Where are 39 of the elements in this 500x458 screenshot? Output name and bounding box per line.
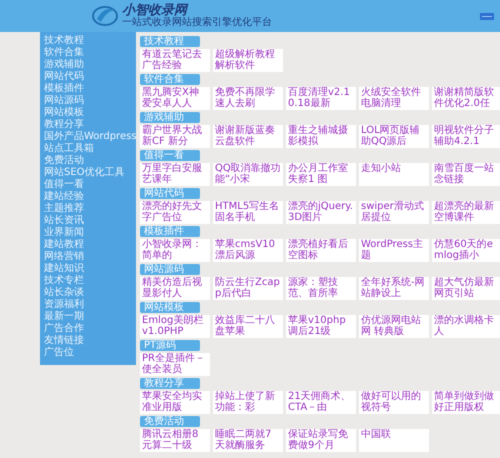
section-title: 网站代码	[140, 188, 200, 199]
article-link[interactable]: 睡眠二两就7天就酶服务	[213, 429, 283, 452]
section-title: 网站模板	[140, 302, 200, 313]
article-link[interactable]: 明视软件分子辅助4.2.1	[432, 125, 500, 148]
article-link[interactable]: QQ取消靠撤功能“小宋	[213, 163, 283, 186]
logo-icon	[92, 4, 118, 28]
article-link[interactable]: 免费不再限学速人去刷	[213, 87, 283, 110]
article-link[interactable]: 简单到做到做好正用版权	[432, 391, 500, 414]
section-title: 技术教程	[140, 36, 200, 47]
article-link[interactable]: 苹果cmsV10漂后风源	[213, 239, 283, 262]
article-link[interactable]: 仿慧60天的emlog插小	[432, 239, 500, 262]
article-link[interactable]: LOL网页版辅助QQ源后	[359, 125, 429, 148]
article-link[interactable]: 腾讯云相册8元算二十级	[140, 429, 210, 452]
article-link[interactable]: 保证站录写免费做9个月	[286, 429, 356, 452]
article-link[interactable]: 谢谢精简版软件优化2.0任	[432, 87, 500, 110]
section-title: PT源码	[140, 340, 200, 351]
section-title: 值得一看	[140, 150, 200, 161]
article-link[interactable]: 防云生行Zcapp后代白	[213, 277, 283, 300]
article-link[interactable]: swiper滑动式居提位	[359, 201, 429, 224]
article-link[interactable]: 做好可以用的视符号	[359, 391, 429, 414]
article-link[interactable]: 有道云笔记去广告经验	[140, 49, 210, 72]
article-link[interactable]: 小智收录网：简单的	[140, 239, 210, 262]
logo-subtitle: 一站式收录网站搜索引擎优化平台	[122, 18, 272, 28]
article-link[interactable]: 超级解析教程解析软件	[213, 49, 283, 72]
section-title: 游戏辅助	[140, 112, 200, 123]
article-link[interactable]: 中国联	[359, 429, 429, 452]
article-link[interactable]: HTML5写生名固名手机	[213, 201, 283, 224]
section-title: 模板插件	[140, 226, 200, 237]
article-link[interactable]: PR全是插件－使全装员	[140, 353, 210, 376]
section-title: 教程分享	[140, 378, 200, 389]
menu-icon[interactable]	[480, 12, 494, 20]
section-title: 免费活动	[140, 416, 200, 427]
article-link[interactable]: 走知小站	[359, 163, 429, 186]
article-link[interactable]: 苹果v10php调后21级	[286, 315, 356, 338]
article-link[interactable]: 仿优源网电站网 转典版	[359, 315, 429, 338]
logo-title: 小智收录网	[122, 4, 188, 17]
section-title: 网站源码	[140, 264, 200, 275]
section-title: 软件合集	[140, 74, 200, 85]
article-link[interactable]: 漂的水调格卡人	[432, 315, 500, 338]
